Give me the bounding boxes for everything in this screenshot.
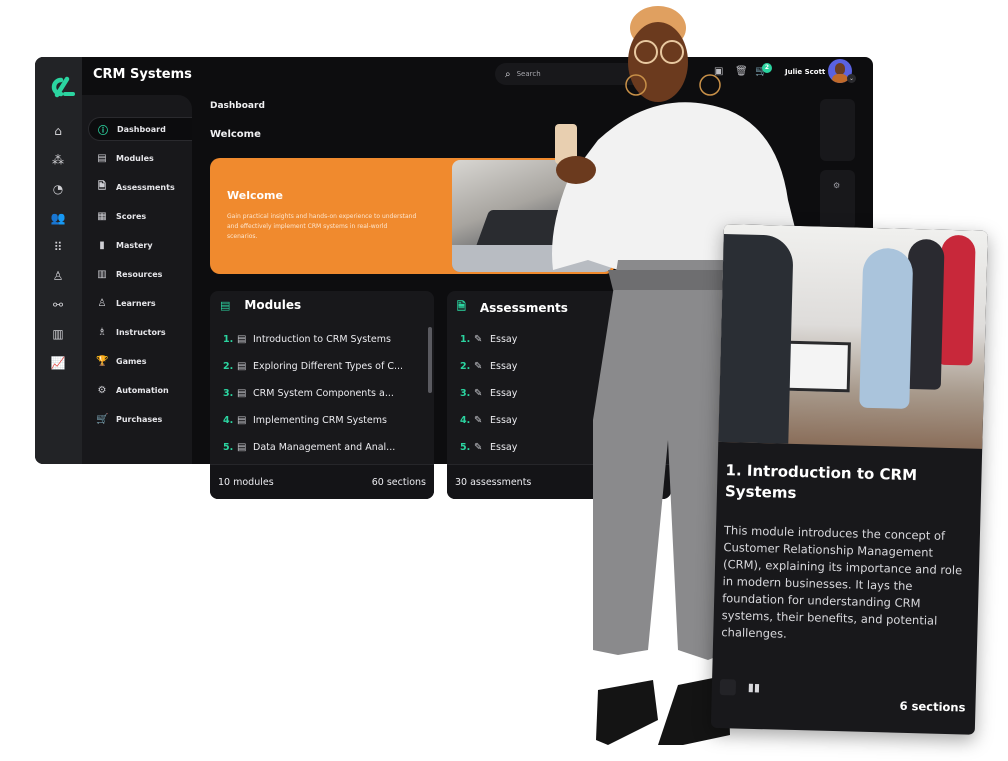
book-icon: ▤ <box>237 442 247 453</box>
gears-icon: ⚙ <box>97 384 107 396</box>
sidebar-item-learners[interactable]: ♙ Learners <box>88 291 192 315</box>
instructor-icon: ♗ <box>97 326 107 338</box>
modules-card: ▤ Modules 1. ▤ Introduction to CRM Syste… <box>210 291 434 499</box>
sidebar-item-purchases[interactable]: 🛒 Purchases <box>88 407 192 431</box>
app-title: CRM Systems <box>93 67 192 82</box>
document-check-icon: 🗎 <box>457 300 466 313</box>
sidebar-item-label: Instructors <box>116 327 166 337</box>
module-item[interactable]: 3. ▤ CRM System Components a... <box>223 388 394 399</box>
assessment-item[interactable]: 4. ✎ Essay <box>460 415 517 426</box>
pencil-icon: ✎ <box>474 361 483 372</box>
assessment-item[interactable]: 5. ✎ Essay <box>460 442 517 453</box>
book-icon: ▤ <box>237 415 247 426</box>
sidebar-item-instructors[interactable]: ♗ Instructors <box>88 320 192 344</box>
cart-icon: 🛒 <box>96 413 109 425</box>
book-icon: ▤ <box>237 361 247 372</box>
sidebar-item-label: Games <box>116 356 147 366</box>
hero-title: Welcome <box>227 189 283 202</box>
module-detail-card[interactable]: 1. Introduction to CRM Systems This modu… <box>710 224 988 735</box>
search-icon: ⌕ <box>505 68 511 80</box>
users-icon[interactable]: 👥 <box>50 210 66 226</box>
sidebar-nav: ⓘ Dashboard ▤ Modules 🗎 Assessments ▦ Sc… <box>82 95 192 464</box>
book-icon: ▤ <box>237 388 247 399</box>
grid-icon[interactable]: ⠿ <box>50 239 66 255</box>
assessments-count: 30 assessments <box>455 477 532 488</box>
sidebar-item-label: Purchases <box>116 414 163 424</box>
sidebar-item-label: Learners <box>116 298 156 308</box>
sidebar-item-resources[interactable]: ▥ Resources <box>88 262 192 286</box>
pencil-icon: ✎ <box>474 334 483 345</box>
module-item[interactable]: 1. ▤ Introduction to CRM Systems <box>223 334 391 345</box>
sidebar-item-label: Assessments <box>116 182 175 192</box>
network-icon[interactable]: ⚯ <box>50 297 66 313</box>
modules-cluster-icon[interactable]: ⁂ <box>50 152 66 168</box>
search-placeholder: Search <box>516 70 541 78</box>
scrollbar[interactable] <box>428 327 432 393</box>
module-image <box>718 224 988 449</box>
line-chart-icon[interactable]: 📈 <box>50 355 66 371</box>
logo-icon[interactable] <box>43 75 75 99</box>
sidebar-item-label: Automation <box>116 385 169 395</box>
home-icon[interactable]: ⌂ <box>50 123 66 139</box>
module-item[interactable]: 5. ▤ Data Management and Anal... <box>223 442 395 453</box>
modules-title: Modules <box>244 298 302 312</box>
gear-icon[interactable]: ⚙ <box>833 181 840 190</box>
assessment-item[interactable]: 3. ✎ Essay <box>460 388 517 399</box>
bar-chart-icon[interactable]: ▮▮ <box>748 681 760 694</box>
sidebar-item-modules[interactable]: ▤ Modules <box>88 146 192 170</box>
pencil-icon: ✎ <box>474 442 483 453</box>
pencil-icon: ✎ <box>474 415 483 426</box>
assessment-item[interactable]: 2. ✎ Essay <box>460 361 517 372</box>
breadcrumb: Dashboard <box>210 101 265 111</box>
sidebar-item-dashboard[interactable]: ⓘ Dashboard <box>88 117 192 141</box>
sidebar-item-assessments[interactable]: 🗎 Assessments <box>88 175 192 199</box>
book-icon: ▤ <box>220 298 231 312</box>
sidebar-item-label: Modules <box>116 153 154 163</box>
books-icon: ▥ <box>97 268 107 280</box>
bar-chart-icon: ▮ <box>99 239 105 251</box>
sidebar-item-scores[interactable]: ▦ Scores <box>88 204 192 228</box>
sidebar-item-label: Resources <box>116 269 163 279</box>
library-icon[interactable]: ▥ <box>50 326 66 342</box>
sidebar-item-label: Mastery <box>116 240 153 250</box>
module-detail-description: This module introduces the concept of Cu… <box>721 523 963 641</box>
chart-pie-icon[interactable]: ◔ <box>50 181 66 197</box>
learner-icon: ♙ <box>97 297 107 309</box>
sidebar-item-games[interactable]: 🏆 Games <box>88 349 192 373</box>
module-detail-title: 1. Introduction to CRM Systems <box>724 461 918 502</box>
sidebar-item-automation[interactable]: ⚙ Automation <box>88 378 192 402</box>
trophy-icon: 🏆 <box>96 355 109 367</box>
chevron-down-icon[interactable]: ⌄ <box>847 74 856 83</box>
hero-description: Gain practical insights and hands-on exp… <box>227 213 417 240</box>
module-sections-count: 6 sections <box>899 698 966 715</box>
pencil-icon: ✎ <box>474 388 483 399</box>
sidebar-item-label: Dashboard <box>117 124 166 134</box>
sidebar-item-mastery[interactable]: ▮ Mastery <box>88 233 192 257</box>
icon-rail: ⌂ ⁂ ◔ 👥 ⠿ ♙ ⚯ ▥ 📈 <box>35 57 82 464</box>
modules-count: 10 modules <box>218 477 274 488</box>
module-item[interactable]: 2. ▤ Exploring Different Types of C... <box>223 361 403 372</box>
info-circle-icon: ⓘ <box>98 125 108 137</box>
module-item[interactable]: 4. ▤ Implementing CRM Systems <box>223 415 387 426</box>
book-icon: ▤ <box>237 334 247 345</box>
page-title: Welcome <box>210 129 261 140</box>
user-icon[interactable]: ♙ <box>50 268 66 284</box>
document-check-icon: 🗎 <box>97 180 107 192</box>
checkbox[interactable] <box>719 679 737 696</box>
modules-footer: 10 modules 60 sections <box>210 464 434 499</box>
book-icon: ▤ <box>97 152 107 164</box>
sidebar-item-label: Scores <box>116 211 147 221</box>
sections-count: 60 sections <box>371 477 426 488</box>
modules-header: ▤ Modules <box>220 298 301 312</box>
table-icon: ▦ <box>97 210 107 222</box>
assessment-item[interactable]: 1. ✎ Essay <box>460 334 517 345</box>
